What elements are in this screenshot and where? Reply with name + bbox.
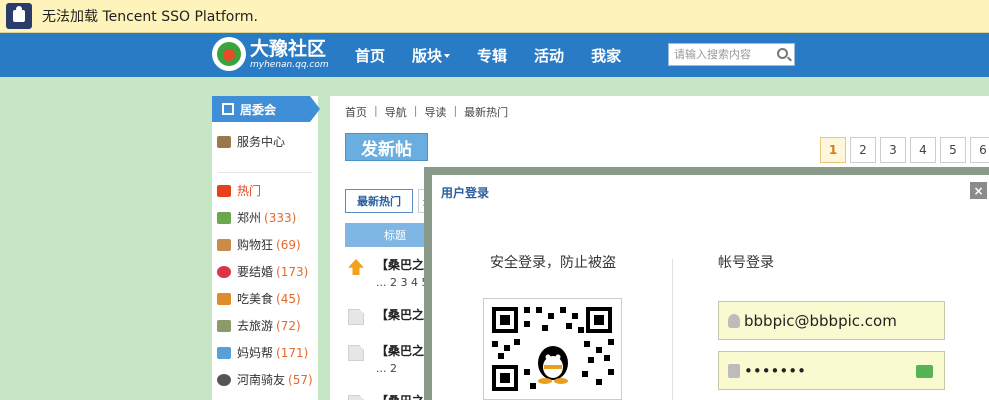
page-button[interactable]: 2 (850, 137, 876, 163)
sidebar-item-count: (171) (276, 345, 309, 360)
nav-home[interactable]: 首页 (355, 45, 385, 66)
logo-icon (212, 37, 246, 71)
user-icon (728, 313, 740, 328)
breadcrumb-separator: | (374, 104, 378, 117)
sidebar-item-cyclists[interactable]: 河南骑友 (57) (212, 366, 318, 393)
nav-events[interactable]: 活动 (534, 45, 564, 66)
thread-document-icon (348, 345, 364, 361)
sidebar-item-label: 去旅游 (237, 319, 274, 333)
sidebar-item-count: (57) (288, 372, 313, 387)
page-button[interactable]: 1 (820, 137, 846, 163)
logo-title: 大豫社区 (250, 37, 327, 60)
breadcrumb-guide[interactable]: 导读 (424, 104, 446, 120)
page-button[interactable]: 6 (970, 137, 989, 163)
flag-icon (217, 135, 231, 148)
table-row[interactable]: 【桑巴之夜 (348, 392, 436, 400)
shopping-icon (217, 238, 231, 251)
nav-forums[interactable]: 版块 (412, 45, 451, 66)
account-login-label: 帐号登录 (718, 255, 774, 271)
nav-my-home[interactable]: 我家 (591, 45, 621, 66)
thread-document-icon (348, 309, 364, 325)
breadcrumb-separator: | (413, 104, 418, 117)
sidebar-item-label: 要结婚 (237, 265, 274, 279)
search-input[interactable] (669, 44, 769, 65)
breadcrumb-home[interactable]: 首页 (345, 104, 367, 120)
food-icon (217, 292, 231, 305)
sidebar-item-wedding[interactable]: 要结婚 (173) (212, 258, 318, 285)
main-nav: 首页 版块 专辑 活动 我家 (355, 33, 648, 77)
building-icon (222, 103, 234, 115)
sidebar-header-label: 居委会 (240, 102, 277, 117)
sidebar: 居委会 服务中心 热门 郑州 (333) 购物狂 (69) 要结婚 (173) 吃美食… (212, 96, 320, 400)
logo-subtitle: myhenan.qq.com (250, 59, 329, 70)
hot-icon (217, 184, 231, 197)
sidebar-item-food[interactable]: 吃美食 (45) (212, 285, 318, 312)
pagination: 1 2 3 4 5 6 (820, 137, 989, 163)
sidebar-item-count: (45) (276, 291, 301, 306)
plugin-puzzle-icon (6, 3, 32, 29)
sidebar-item-zhengzhou[interactable]: 郑州 (333) (212, 204, 318, 231)
page-button[interactable]: 5 (940, 137, 966, 163)
search-icon[interactable] (777, 48, 788, 59)
close-icon: × (973, 183, 984, 198)
sidebar-item-count: (69) (276, 237, 301, 252)
password-input[interactable] (744, 361, 924, 380)
sidebar-item-label: 河南骑友 (237, 373, 286, 387)
sidebar-item-hot[interactable]: 热门 (212, 177, 318, 204)
keyboard-icon[interactable] (916, 365, 933, 378)
sidebar-item-shopping[interactable]: 购物狂 (69) (212, 231, 318, 258)
heart-icon (217, 265, 231, 278)
sidebar-item-travel[interactable]: 去旅游 (72) (212, 312, 318, 339)
login-modal-title: 用户登录 (441, 186, 490, 200)
plugin-message: 无法加载 Tencent SSO Platform. (42, 9, 258, 25)
username-field[interactable] (718, 301, 945, 340)
tab-latest-hot[interactable]: 最新热门 (345, 189, 413, 213)
thread-document-icon (348, 395, 364, 400)
qr-code (483, 298, 622, 400)
page-button[interactable]: 4 (910, 137, 936, 163)
qr-login-label: 安全登录，防止被盗 (490, 255, 616, 271)
sidebar-item-label: 热门 (237, 184, 262, 198)
breadcrumb-separator: | (453, 104, 458, 117)
sidebar-item-count: (173) (276, 264, 309, 279)
username-input[interactable] (744, 311, 924, 330)
sidebar-header[interactable]: 居委会 (212, 96, 320, 122)
nav-albums[interactable]: 专辑 (477, 45, 507, 66)
sidebar-item-count: (333) (264, 210, 297, 225)
breadcrumb-nav[interactable]: 导航 (385, 104, 407, 120)
close-button[interactable]: × (970, 182, 987, 199)
table-row[interactable]: 【桑巴之夜 ... 2 (348, 342, 436, 375)
login-modal: 用户登录 × 安全登录，防止被盗 帐号登录 bbbpic@bbbpic.com … (424, 167, 989, 400)
password-field[interactable] (718, 351, 945, 390)
plugin-notification-bar: 无法加载 Tencent SSO Platform. (0, 0, 989, 33)
sidebar-item-service-center[interactable]: 服务中心 (212, 128, 318, 155)
table-row[interactable]: 【桑巴之夜 (348, 306, 436, 325)
site-navbar: 大豫社区 myhenan.qq.com 首页 版块 专辑 活动 我家 (0, 33, 989, 77)
map-icon (217, 211, 231, 224)
site-logo[interactable]: 大豫社区 myhenan.qq.com (212, 37, 329, 71)
new-post-button[interactable]: 发新帖 (345, 133, 428, 161)
sidebar-item-label: 妈妈帮 (237, 346, 274, 360)
sidebar-item-label: 郑州 (237, 211, 262, 225)
login-divider (672, 259, 673, 400)
sidebar-item-moms[interactable]: 妈妈帮 (171) (212, 339, 318, 366)
sidebar-item-label: 服务中心 (237, 135, 286, 149)
breadcrumb-current[interactable]: 最新热门 (464, 104, 508, 120)
login-modal-body: 用户登录 × 安全登录，防止被盗 帐号登录 bbbpic@bbbpic.com … (432, 175, 989, 400)
lock-icon (728, 363, 740, 378)
sidebar-item-label: 吃美食 (237, 292, 274, 306)
breadcrumb: 首页 | 导航 | 导读 | 最新热门 (345, 104, 508, 120)
bicycle-icon (217, 373, 231, 386)
page-button[interactable]: 3 (880, 137, 906, 163)
pinned-thread-icon (348, 259, 364, 275)
sidebar-item-count: (72) (276, 318, 301, 333)
table-row[interactable]: 【桑巴之夜 ... 2 3 4 5 (348, 256, 436, 289)
chevron-down-icon (444, 54, 451, 58)
nav-forums-label: 版块 (412, 46, 443, 65)
travel-icon (217, 319, 231, 332)
search-box (668, 43, 795, 66)
sidebar-divider (218, 155, 312, 173)
sidebar-item-label: 购物狂 (237, 238, 274, 252)
mom-icon (217, 346, 231, 359)
